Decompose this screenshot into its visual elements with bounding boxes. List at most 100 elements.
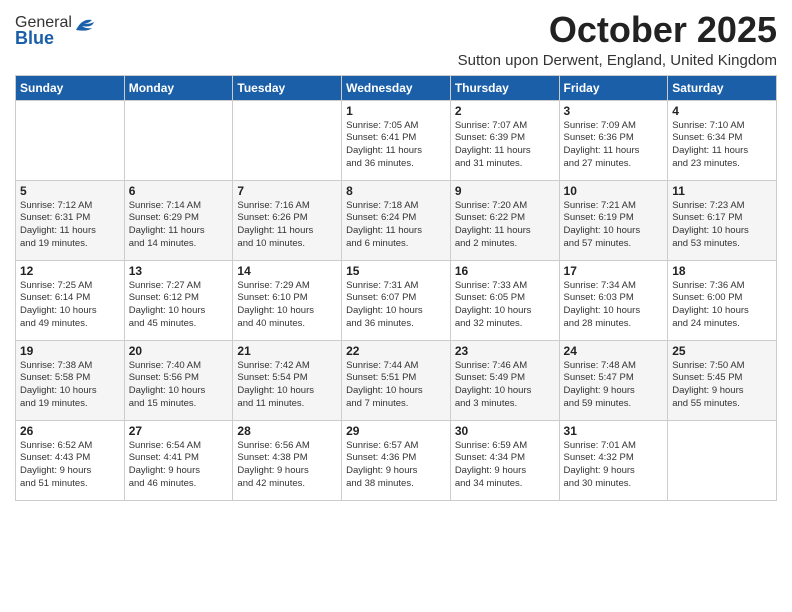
day-info: Sunrise: 6:56 AMSunset: 4:38 PMDaylight:… — [237, 440, 337, 491]
day-info: Sunrise: 6:59 AMSunset: 4:34 PMDaylight:… — [455, 440, 555, 491]
table-row: 4 Sunrise: 7:10 AMSunset: 6:34 PMDaylight… — [668, 100, 777, 180]
day-info: Sunrise: 6:52 AMSunset: 4:43 PMDaylight:… — [20, 440, 120, 491]
day-number: 26 — [20, 424, 120, 438]
day-number: 9 — [455, 184, 555, 198]
day-number: 13 — [129, 264, 229, 278]
day-info: Sunrise: 7:50 AMSunset: 5:45 PMDaylight:… — [672, 360, 772, 411]
day-info: Sunrise: 7:14 AMSunset: 6:29 PMDaylight:… — [129, 200, 229, 251]
table-row: 22 Sunrise: 7:44 AMSunset: 5:51 PMDayligh… — [342, 340, 451, 420]
day-info: Sunrise: 7:09 AMSunset: 6:36 PMDaylight:… — [564, 120, 664, 171]
calendar-header-row: Sunday Monday Tuesday Wednesday Thursday… — [16, 75, 777, 100]
day-number: 30 — [455, 424, 555, 438]
calendar-week-row: 19Sunrise: 7:38 AMSunset: 5:58 PMDayligh… — [16, 340, 777, 420]
day-number: 14 — [237, 264, 337, 278]
calendar-week-row: 5Sunrise: 7:12 AMSunset: 6:31 PMDaylight… — [16, 180, 777, 260]
col-sunday: Sunday — [16, 75, 125, 100]
table-row: 18 Sunrise: 7:36 AMSunset: 6:00 PMDayligh… — [668, 260, 777, 340]
day-number: 8 — [346, 184, 446, 198]
table-row — [16, 100, 125, 180]
day-number: 20 — [129, 344, 229, 358]
table-row: 16 Sunrise: 7:33 AMSunset: 6:05 PMDayligh… — [450, 260, 559, 340]
logo: General Blue — [15, 10, 96, 49]
table-row: 5Sunrise: 7:12 AMSunset: 6:31 PMDaylight… — [16, 180, 125, 260]
table-row: 26 Sunrise: 6:52 AMSunset: 4:43 PMDayligh… — [16, 420, 125, 500]
table-row: 13 Sunrise: 7:27 AMSunset: 6:12 PMDayligh… — [124, 260, 233, 340]
calendar-week-row: 12Sunrise: 7:25 AMSunset: 6:14 PMDayligh… — [16, 260, 777, 340]
day-info: Sunrise: 7:05 AMSunset: 6:41 PMDaylight:… — [346, 120, 446, 171]
table-row: 24 Sunrise: 7:48 AMSunset: 5:47 PMDayligh… — [559, 340, 668, 420]
table-row: 14 Sunrise: 7:29 AMSunset: 6:10 PMDayligh… — [233, 260, 342, 340]
table-row: 27 Sunrise: 6:54 AMSunset: 4:41 PMDayligh… — [124, 420, 233, 500]
table-row: 19Sunrise: 7:38 AMSunset: 5:58 PMDayligh… — [16, 340, 125, 420]
day-number: 2 — [455, 104, 555, 118]
day-number: 15 — [346, 264, 446, 278]
table-row: 6 Sunrise: 7:14 AMSunset: 6:29 PMDaylight… — [124, 180, 233, 260]
day-info: Sunrise: 7:48 AMSunset: 5:47 PMDaylight:… — [564, 360, 664, 411]
col-saturday: Saturday — [668, 75, 777, 100]
day-info: Sunrise: 7:18 AMSunset: 6:24 PMDaylight:… — [346, 200, 446, 251]
day-number: 27 — [129, 424, 229, 438]
day-info: Sunrise: 7:16 AMSunset: 6:26 PMDaylight:… — [237, 200, 337, 251]
day-number: 3 — [564, 104, 664, 118]
calendar-week-row: 1 Sunrise: 7:05 AMSunset: 6:41 PMDaylight… — [16, 100, 777, 180]
table-row — [233, 100, 342, 180]
day-info: Sunrise: 6:54 AMSunset: 4:41 PMDaylight:… — [129, 440, 229, 491]
day-info: Sunrise: 7:31 AMSunset: 6:07 PMDaylight:… — [346, 280, 446, 331]
day-info: Sunrise: 7:23 AMSunset: 6:17 PMDaylight:… — [672, 200, 772, 251]
day-number: 24 — [564, 344, 664, 358]
day-info: Sunrise: 7:12 AMSunset: 6:31 PMDaylight:… — [20, 200, 120, 251]
table-row: 29Sunrise: 6:57 AMSunset: 4:36 PMDayligh… — [342, 420, 451, 500]
day-number: 28 — [237, 424, 337, 438]
day-number: 23 — [455, 344, 555, 358]
table-row: 11 Sunrise: 7:23 AMSunset: 6:17 PMDayligh… — [668, 180, 777, 260]
day-info: Sunrise: 7:10 AMSunset: 6:34 PMDaylight:… — [672, 120, 772, 171]
day-number: 4 — [672, 104, 772, 118]
day-info: Sunrise: 7:21 AMSunset: 6:19 PMDaylight:… — [564, 200, 664, 251]
header: General Blue October 2025 Sutton upon De… — [15, 10, 777, 69]
day-info: Sunrise: 7:29 AMSunset: 6:10 PMDaylight:… — [237, 280, 337, 331]
day-info: Sunrise: 7:44 AMSunset: 5:51 PMDaylight:… — [346, 360, 446, 411]
day-info: Sunrise: 7:34 AMSunset: 6:03 PMDaylight:… — [564, 280, 664, 331]
table-row — [668, 420, 777, 500]
day-info: Sunrise: 7:20 AMSunset: 6:22 PMDaylight:… — [455, 200, 555, 251]
table-row: 9 Sunrise: 7:20 AMSunset: 6:22 PMDaylight… — [450, 180, 559, 260]
table-row: 30 Sunrise: 6:59 AMSunset: 4:34 PMDayligh… — [450, 420, 559, 500]
day-number: 7 — [237, 184, 337, 198]
table-row: 7 Sunrise: 7:16 AMSunset: 6:26 PMDaylight… — [233, 180, 342, 260]
day-info: Sunrise: 7:01 AMSunset: 4:32 PMDaylight:… — [564, 440, 664, 491]
day-number: 19 — [20, 344, 120, 358]
table-row — [124, 100, 233, 180]
day-number: 31 — [564, 424, 664, 438]
table-row: 3 Sunrise: 7:09 AMSunset: 6:36 PMDaylight… — [559, 100, 668, 180]
day-info: Sunrise: 7:46 AMSunset: 5:49 PMDaylight:… — [455, 360, 555, 411]
col-tuesday: Tuesday — [233, 75, 342, 100]
calendar-page: General Blue October 2025 Sutton upon De… — [0, 0, 792, 612]
day-info: Sunrise: 7:25 AMSunset: 6:14 PMDaylight:… — [20, 280, 120, 331]
day-info: Sunrise: 7:40 AMSunset: 5:56 PMDaylight:… — [129, 360, 229, 411]
table-row: 31 Sunrise: 7:01 AMSunset: 4:32 PMDayligh… — [559, 420, 668, 500]
col-thursday: Thursday — [450, 75, 559, 100]
day-info: Sunrise: 7:33 AMSunset: 6:05 PMDaylight:… — [455, 280, 555, 331]
table-row: 17 Sunrise: 7:34 AMSunset: 6:03 PMDayligh… — [559, 260, 668, 340]
day-number: 11 — [672, 184, 772, 198]
day-number: 17 — [564, 264, 664, 278]
day-number: 29 — [346, 424, 446, 438]
table-row: 8 Sunrise: 7:18 AMSunset: 6:24 PMDaylight… — [342, 180, 451, 260]
day-number: 16 — [455, 264, 555, 278]
col-wednesday: Wednesday — [342, 75, 451, 100]
table-row: 28 Sunrise: 6:56 AMSunset: 4:38 PMDayligh… — [233, 420, 342, 500]
table-row: 2Sunrise: 7:07 AMSunset: 6:39 PMDaylight… — [450, 100, 559, 180]
day-info: Sunrise: 7:27 AMSunset: 6:12 PMDaylight:… — [129, 280, 229, 331]
day-info: Sunrise: 7:42 AMSunset: 5:54 PMDaylight:… — [237, 360, 337, 411]
month-title: October 2025 — [458, 10, 777, 50]
location-subtitle: Sutton upon Derwent, England, United Kin… — [458, 52, 777, 69]
day-info: Sunrise: 7:36 AMSunset: 6:00 PMDaylight:… — [672, 280, 772, 331]
calendar-table: Sunday Monday Tuesday Wednesday Thursday… — [15, 75, 777, 501]
table-row: 25Sunrise: 7:50 AMSunset: 5:45 PMDayligh… — [668, 340, 777, 420]
logo-bird-icon — [74, 16, 96, 32]
table-row: 15 Sunrise: 7:31 AMSunset: 6:07 PMDayligh… — [342, 260, 451, 340]
day-number: 6 — [129, 184, 229, 198]
day-number: 18 — [672, 264, 772, 278]
day-number: 22 — [346, 344, 446, 358]
day-number: 1 — [346, 104, 446, 118]
